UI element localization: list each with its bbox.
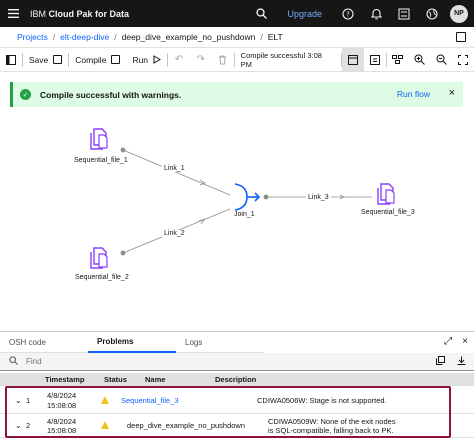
close-icon[interactable]: × bbox=[462, 336, 468, 347]
save-label: Save bbox=[28, 54, 49, 65]
menu-icon[interactable] bbox=[0, 0, 26, 27]
brand-name: Cloud Pak for Data bbox=[48, 8, 130, 19]
redo-icon[interactable]: ↷ bbox=[190, 48, 212, 72]
download-icon[interactable] bbox=[457, 356, 466, 367]
zoom-out-icon[interactable] bbox=[430, 48, 452, 72]
breadcrumb: Projects / elt-deep-dive / deep_dive_exa… bbox=[0, 27, 474, 48]
copy-icon[interactable] bbox=[436, 356, 445, 367]
breadcrumb-projects[interactable]: Projects bbox=[17, 32, 48, 42]
search-icon bbox=[9, 356, 18, 367]
tab-problems[interactable]: Problems bbox=[88, 332, 176, 353]
upgrade-link[interactable]: Upgrade bbox=[275, 9, 334, 19]
join-icon[interactable] bbox=[234, 183, 261, 211]
help-icon[interactable]: ? bbox=[334, 0, 362, 27]
breadcrumb-project[interactable]: elt-deep-dive bbox=[60, 32, 109, 42]
breadcrumb-asset-type: ELT bbox=[267, 32, 283, 42]
close-icon[interactable] bbox=[456, 32, 466, 42]
bottom-panel-tabs: OSH code Problems Logs ⤢ × bbox=[0, 331, 474, 353]
sequential-file-icon[interactable] bbox=[90, 247, 108, 269]
global-icon[interactable] bbox=[418, 0, 446, 27]
arrange-icon[interactable] bbox=[387, 48, 409, 72]
node-label[interactable]: Join_1 bbox=[234, 211, 255, 218]
flow-links bbox=[90, 128, 395, 269]
breadcrumb-separator: / bbox=[52, 32, 56, 42]
column-header-status[interactable]: Status bbox=[104, 375, 127, 384]
compile-label: Compile bbox=[75, 54, 107, 65]
highlight-frame bbox=[5, 386, 451, 438]
run-label: Run bbox=[132, 54, 149, 65]
breadcrumb-flow: deep_dive_example_no_pushdown bbox=[121, 32, 256, 42]
maximize-icon[interactable]: ⤢ bbox=[444, 336, 452, 347]
node-label[interactable]: Sequential_file_3 bbox=[361, 209, 415, 216]
node-label[interactable]: Sequential_file_2 bbox=[75, 274, 129, 281]
tab-osh-code[interactable]: OSH code bbox=[0, 332, 88, 353]
sequential-file-icon[interactable] bbox=[377, 183, 395, 205]
problems-table-header: Timestamp Status Name Description bbox=[0, 373, 474, 386]
palette-toggle-icon[interactable] bbox=[0, 48, 22, 72]
run-flow-link[interactable]: Run flow bbox=[397, 89, 430, 99]
find-input[interactable] bbox=[26, 354, 406, 369]
close-icon[interactable]: × bbox=[449, 87, 455, 99]
play-icon bbox=[153, 55, 162, 64]
sequential-file-icon[interactable] bbox=[90, 128, 108, 150]
search-icon[interactable] bbox=[247, 0, 275, 27]
switcher-icon[interactable] bbox=[390, 0, 418, 27]
brand-prefix: IBM bbox=[30, 8, 49, 19]
link-label[interactable]: Link_1 bbox=[162, 165, 187, 172]
compile-status: Compile successful 3:08 PM bbox=[240, 50, 322, 69]
save-icon bbox=[53, 55, 63, 64]
run-button[interactable]: Run bbox=[126, 48, 167, 72]
notification-message: Compile successful with warnings. bbox=[40, 89, 182, 100]
find-bar bbox=[0, 353, 474, 371]
checkmark-icon: ✓ bbox=[20, 89, 31, 100]
flow-canvas[interactable]: Sequential_file_1 Sequential_file_2 Join… bbox=[0, 112, 474, 326]
compile-button[interactable]: Compile bbox=[69, 48, 126, 72]
notification-icon[interactable] bbox=[362, 0, 390, 27]
avatar[interactable]: NP bbox=[450, 4, 468, 23]
breadcrumb-separator: / bbox=[114, 32, 117, 42]
svg-text:?: ? bbox=[346, 10, 350, 18]
success-notification: ✓ Compile successful with warnings. Run … bbox=[10, 82, 463, 107]
column-header-timestamp[interactable]: Timestamp bbox=[45, 375, 84, 384]
column-header-description[interactable]: Description bbox=[215, 375, 256, 384]
fit-to-screen-icon[interactable] bbox=[452, 48, 474, 72]
link-label[interactable]: Link_2 bbox=[162, 230, 187, 237]
compile-icon bbox=[111, 55, 121, 64]
breadcrumb-separator: / bbox=[260, 32, 263, 42]
column-header-name[interactable]: Name bbox=[145, 375, 165, 384]
link-label[interactable]: Link_3 bbox=[306, 194, 331, 201]
top-header: IBM Cloud Pak for Data Upgrade ? NP bbox=[0, 0, 474, 27]
log-view-icon[interactable] bbox=[341, 47, 364, 72]
settings-icon[interactable] bbox=[364, 48, 386, 72]
undo-icon[interactable]: ↶ bbox=[168, 48, 190, 72]
save-button[interactable]: Save bbox=[23, 48, 68, 72]
delete-icon[interactable] bbox=[212, 48, 234, 72]
zoom-in-icon[interactable] bbox=[408, 48, 430, 72]
canvas-toolbar: Save Compile Run ↶ ↷ Compile successful … bbox=[0, 47, 474, 72]
tab-logs[interactable]: Logs bbox=[176, 332, 264, 353]
node-label[interactable]: Sequential_file_1 bbox=[74, 157, 128, 164]
product-name[interactable]: IBM Cloud Pak for Data bbox=[30, 9, 129, 19]
